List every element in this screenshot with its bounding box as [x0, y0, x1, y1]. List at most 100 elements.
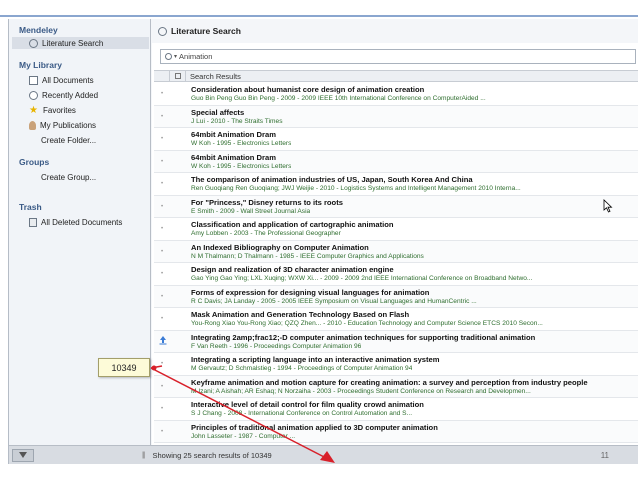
sidebar-item-label: Favorites [43, 105, 76, 115]
row-bullet-icon: • [161, 428, 164, 435]
row-bullet-icon: • [161, 293, 164, 300]
document-icon [29, 75, 38, 85]
result-title[interactable]: Mask Animation and Generation Technology… [191, 310, 409, 319]
sidebar-item-all-documents[interactable]: All Documents [29, 74, 94, 86]
result-row[interactable]: • Mask Animation and Generation Technolog… [154, 308, 638, 331]
result-row[interactable]: • 64mbit Animation Dram W Koh - 1995 - Ele… [154, 150, 638, 173]
result-row[interactable]: • Design and realization of 3D character … [154, 263, 638, 286]
sidebar-item-favorites[interactable]: ★ Favorites [29, 104, 76, 116]
sidebar-header-trash: Trash [19, 202, 42, 212]
sidebar-item-label: Create Folder... [41, 135, 97, 145]
row-bullet-icon: • [161, 383, 164, 390]
result-row[interactable]: • Principles of traditional animation app… [154, 420, 638, 443]
search-icon [165, 53, 172, 60]
result-title[interactable]: Design and realization of 3D character a… [191, 265, 394, 274]
row-bullet-icon: • [161, 316, 164, 322]
row-bullet-icon: • [161, 361, 164, 367]
sidebar-item-literature-search[interactable]: Literature Search [12, 37, 149, 49]
sidebar: Mendeley Literature Search My Library Al… [9, 19, 151, 445]
result-row[interactable]: • For "Princess," Disney returns to its r… [154, 195, 638, 218]
filter-icon [19, 452, 27, 458]
result-meta: R C Davis; JA Landay - 2005 - 2005 IEEE … [191, 297, 477, 305]
page-number: 11 [600, 450, 609, 460]
result-meta: John Lasseter - 1987 - Computer ... [191, 432, 296, 440]
filter-button[interactable] [12, 448, 34, 462]
result-meta: Guo Bin Peng Guo Bin Peng - 2009 - 2009 … [191, 95, 486, 102]
result-title[interactable]: Classification and application of cartog… [191, 220, 394, 229]
star-icon: ★ [29, 104, 38, 116]
result-title[interactable]: 64mbit Animation Dram [191, 153, 276, 162]
result-row[interactable]: • 64mbit Animation Dram W Koh - 1995 - Ele… [154, 128, 638, 151]
search-input-value: Animation [179, 52, 213, 61]
chevron-down-icon[interactable]: ▾ [174, 53, 177, 60]
result-meta: M Gervautz; D Schmalstieg - 1994 - Proce… [191, 365, 413, 372]
row-bullet-icon: • [161, 91, 164, 97]
row-bullet-icon: • [161, 271, 164, 277]
result-row[interactable]: • Keyframe animation and motion capture f… [154, 375, 638, 398]
sidebar-item-recently-added[interactable]: Recently Added [29, 89, 98, 101]
sidebar-header-groups: Groups [19, 157, 50, 167]
column-header-type[interactable] [170, 71, 186, 81]
results-list: • Consideration about humanist core desig… [154, 83, 638, 445]
document-type-icon [174, 73, 181, 79]
sidebar-item-label: All Deleted Documents [41, 217, 123, 227]
result-row[interactable]: • Special affects J Lui - 2010 - The Strai… [154, 105, 638, 128]
result-title[interactable]: Special affects [191, 108, 244, 117]
result-row[interactable]: • Integrating a scripting language into a… [154, 353, 638, 376]
result-title[interactable]: Keyframe animation and motion capture fo… [191, 378, 588, 387]
result-title[interactable]: Integrating a scripting language into an… [191, 355, 440, 364]
result-row[interactable]: • An Indexed Bibliography on Computer Ani… [154, 240, 638, 263]
result-meta: W Koh - 1995 - Electronics Letters [191, 140, 292, 147]
result-meta: S J Chang - 2008 - International Confere… [191, 410, 413, 417]
sidebar-item-label: Recently Added [42, 90, 99, 100]
result-meta: Amy Lobben - 2003 - The Professional Geo… [191, 230, 341, 237]
result-title[interactable]: Integrating 2amp;frac12;-D computer anim… [191, 333, 535, 342]
result-row[interactable]: • Forms of expression for designing visua… [154, 285, 638, 308]
sidebar-item-create-folder[interactable]: Create Folder... [41, 134, 96, 146]
sidebar-item-label: Create Group... [41, 172, 97, 182]
search-icon [29, 38, 38, 48]
sidebar-header-mendeley: Mendeley [19, 25, 58, 35]
result-meta: W Koh - 1995 - Electronics Letters [191, 162, 292, 170]
result-title[interactable]: Consideration about humanist core design… [191, 85, 424, 94]
result-row[interactable]: • Interactive level of detail control for… [154, 398, 638, 421]
main-panel: Literature Search ▾ Animation Search Res… [152, 19, 638, 445]
splitter-grip-icon[interactable]: ||| [142, 452, 146, 459]
page-title-bar: Literature Search [152, 19, 638, 43]
result-meta: E Smith - 2009 - Wall Street Journal Asi… [191, 207, 311, 215]
sidebar-item-label: Literature Search [42, 38, 104, 48]
result-title[interactable]: Principles of traditional animation appl… [191, 423, 438, 432]
row-bullet-icon: • [161, 226, 164, 232]
result-row[interactable]: • The comparison of animation industries … [154, 173, 638, 196]
sidebar-item-label: My Publications [40, 120, 97, 130]
row-bullet-icon: • [161, 158, 164, 165]
result-title[interactable]: Forms of expression for designing visual… [191, 288, 429, 297]
result-row[interactable]: • Consideration about humanist core desig… [154, 83, 638, 106]
result-meta: J Lui - 2010 - The Straits Times [191, 117, 283, 125]
mendeley-window: Mendeley Literature Search My Library Al… [8, 19, 638, 464]
search-input[interactable]: ▾ Animation [160, 49, 636, 64]
result-count-callout: 10349 [98, 358, 150, 377]
row-bullet-icon: • [161, 181, 164, 187]
sidebar-item-create-group[interactable]: Create Group... [41, 171, 96, 183]
result-title[interactable]: An Indexed Bibliography on Computer Anim… [191, 243, 369, 252]
result-meta: You-Rong Xiao You-Rong Xiao; QZQ Zhen...… [191, 320, 543, 327]
result-row[interactable]: Integrating 2amp;frac12;-D computer anim… [154, 330, 638, 353]
add-to-library-icon[interactable] [159, 335, 167, 345]
sidebar-item-all-deleted[interactable]: All Deleted Documents [29, 216, 122, 228]
status-bar: ||| Showing 25 search results of 10349 1… [9, 445, 638, 464]
row-bullet-icon: • [161, 136, 164, 142]
column-header-blank[interactable] [154, 71, 170, 81]
column-header-search-results[interactable]: Search Results [186, 72, 241, 81]
top-divider [0, 15, 638, 17]
result-title[interactable]: Interactive level of detail control for … [191, 400, 424, 409]
result-title[interactable]: For "Princess," Disney returns to its ro… [191, 198, 343, 207]
sidebar-item-my-publications[interactable]: My Publications [29, 119, 96, 131]
result-title[interactable]: The comparison of animation industries o… [191, 175, 473, 184]
result-row[interactable]: • Classification and application of carto… [154, 218, 638, 241]
row-bullet-icon: • [161, 406, 164, 412]
sidebar-item-label: All Documents [42, 75, 94, 85]
user-icon [29, 120, 36, 130]
result-title[interactable]: 64mbit Animation Dram [191, 130, 276, 139]
row-bullet-icon: • [161, 113, 164, 120]
